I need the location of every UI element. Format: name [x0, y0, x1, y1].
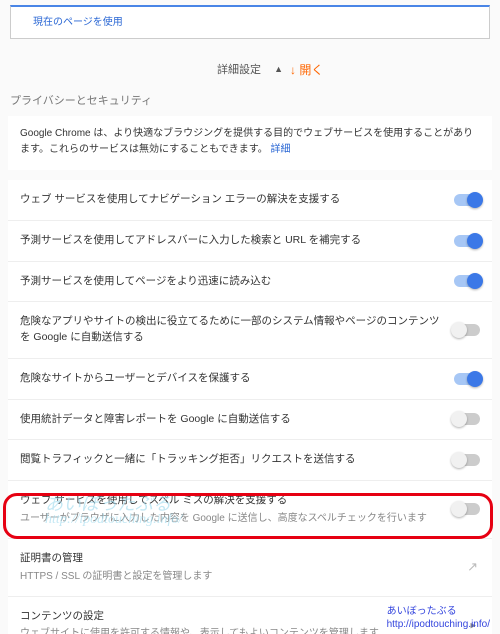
annotation-open-hint: ↓ 開く	[290, 61, 323, 78]
toggle-knob	[451, 501, 467, 517]
credit-line2: http://ipodtouching.info/	[387, 618, 490, 631]
advanced-settings-header[interactable]: 詳細設定 ▲ ↓ 開く	[0, 39, 500, 87]
row-subtitle: ウェブサイトに使用を許可する情報や、表示してもよいコンテンツを管理します	[20, 627, 442, 634]
toggle-knob	[467, 233, 483, 249]
toggle-switch[interactable]	[454, 275, 480, 287]
settings-row[interactable]: 危険なアプリやサイトの検出に役立てるために一部のシステム情報やページのコンテンツ…	[8, 302, 492, 359]
row-title: ウェブ サービスを使用してスペル ミスの解決を支援する	[20, 493, 442, 509]
row-subtitle: HTTPS / SSL の証明書と設定を管理します	[20, 570, 442, 584]
settings-row[interactable]: 使用統計データと障害レポートを Google に自動送信する	[8, 400, 492, 441]
intro-text: Google Chrome は、より快適なブラウジングを提供する目的でウェブサー…	[20, 128, 473, 155]
row-title: 危険なサイトからユーザーとデバイスを保護する	[20, 371, 442, 387]
toggle-switch[interactable]	[454, 413, 480, 425]
settings-row[interactable]: 証明書の管理 HTTPS / SSL の証明書と設定を管理します ↗	[8, 539, 492, 597]
settings-row[interactable]: 閲覧トラフィックと一緒に「トラッキング拒否」リクエストを送信する	[8, 440, 492, 481]
row-subtitle: ユーザーがブラウザに入力した内容を Google に送信し、高度なスペルチェック…	[20, 512, 442, 526]
use-current-page-link[interactable]: 現在のページを使用	[33, 17, 123, 28]
toggle-switch[interactable]	[454, 503, 480, 515]
settings-row[interactable]: 予測サービスを使用してページをより迅速に読み込む	[8, 262, 492, 303]
row-title: 危険なアプリやサイトの検出に役立てるために一部のシステム情報やページのコンテンツ…	[20, 314, 442, 346]
toggle-knob	[467, 273, 483, 289]
intro-card: Google Chrome は、より快適なブラウジングを提供する目的でウェブサー…	[8, 116, 492, 170]
settings-row[interactable]: ウェブ サービスを使用してスペル ミスの解決を支援するユーザーがブラウザに入力し…	[8, 481, 492, 539]
toggle-knob	[451, 452, 467, 468]
toggle-knob	[467, 371, 483, 387]
intro-details-link[interactable]: 詳細	[270, 144, 290, 155]
row-title: 予測サービスを使用してアドレスバーに入力した検索と URL を補完する	[20, 233, 442, 249]
toggle-knob	[451, 411, 467, 427]
toggle-switch[interactable]	[454, 373, 480, 385]
settings-row[interactable]: 予測サービスを使用してアドレスバーに入力した検索と URL を補完する	[8, 221, 492, 262]
toggle-knob	[451, 322, 467, 338]
row-title: 使用統計データと障害レポートを Google に自動送信する	[20, 412, 442, 428]
footer-credit: あいぼったぶる http://ipodtouching.info/	[387, 605, 490, 631]
top-action-bar: 現在のページを使用	[10, 5, 490, 39]
toggle-knob	[467, 192, 483, 208]
section-privacy-security: プライバシーとセキュリティ	[0, 87, 500, 116]
settings-row[interactable]: 危険なサイトからユーザーとデバイスを保護する	[8, 359, 492, 400]
toggle-switch[interactable]	[454, 454, 480, 466]
row-title: ウェブ サービスを使用してナビゲーション エラーの解決を支援する	[20, 192, 442, 208]
row-title: コンテンツの設定	[20, 609, 442, 625]
settings-list: ウェブ サービスを使用してナビゲーション エラーの解決を支援する予測サービスを使…	[8, 180, 492, 634]
toggle-switch[interactable]	[454, 324, 480, 336]
settings-row[interactable]: ウェブ サービスを使用してナビゲーション エラーの解決を支援する	[8, 180, 492, 221]
toggle-switch[interactable]	[454, 235, 480, 247]
row-title: 予測サービスを使用してページをより迅速に読み込む	[20, 274, 442, 290]
advanced-label: 詳細設定	[217, 61, 261, 77]
chevron-up-icon: ▲	[274, 64, 283, 74]
credit-line1: あいぼったぶる	[387, 605, 490, 618]
external-link-icon: ↗	[467, 559, 478, 575]
row-title: 閲覧トラフィックと一緒に「トラッキング拒否」リクエストを送信する	[20, 452, 442, 468]
row-title: 証明書の管理	[20, 551, 442, 567]
toggle-switch[interactable]	[454, 194, 480, 206]
